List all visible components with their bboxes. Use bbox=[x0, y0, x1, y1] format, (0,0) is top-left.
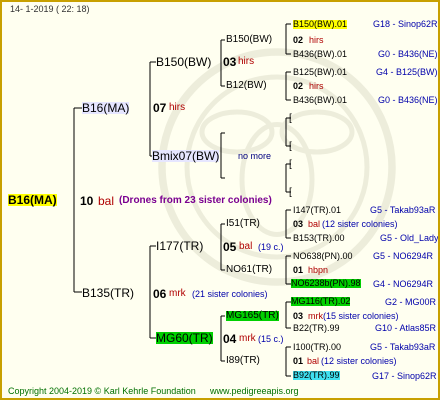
gen2-node-3-id: MG60(TR) bbox=[156, 331, 213, 345]
root-node-number: 10 bbox=[80, 194, 94, 208]
gen4-node-3-id: B125(BW).01 bbox=[293, 67, 348, 77]
gen4-node-12-id: MG116(TR).02 bbox=[291, 296, 351, 306]
gen4-node-2-id: B436(BW).01 bbox=[293, 49, 348, 59]
gen2-node-2-note: (19 c.) bbox=[258, 242, 284, 252]
gen4-node-17-line: G17 - Sinop62R bbox=[372, 371, 437, 381]
gen4-node-2-line: G0 - B436(NE) bbox=[378, 49, 438, 59]
gen3-node-3-id: NO61(TR) bbox=[226, 264, 273, 275]
gen2-node-0-label: hirs bbox=[238, 56, 255, 67]
gen4-node-0-line: G18 - Sinop62R bbox=[373, 19, 438, 29]
gen2-node-0-number: 03 bbox=[223, 55, 237, 69]
gen4-node-4-number: 02 bbox=[293, 81, 304, 91]
gen2-node-1-id: Bmix07(BW) bbox=[152, 149, 220, 163]
gen4-node-0-id: B150(BW).01 bbox=[293, 19, 348, 29]
gen4-node-10-number: 01 bbox=[293, 265, 304, 275]
gen4-node-14-line: G10 - Atlas85R bbox=[375, 323, 437, 333]
gen4-node-7-label: bal bbox=[308, 219, 321, 229]
gen4-node-15-line: G5 - Takab93aR bbox=[370, 342, 436, 352]
gen4-node-9-line: G5 - NO6294R bbox=[373, 251, 434, 261]
gen4-node-11-line: G4 - NO6294R bbox=[373, 279, 434, 289]
gen2-node-2-number: 05 bbox=[223, 240, 237, 254]
root-node-label: bal bbox=[98, 194, 115, 208]
footer-copyright: Copyright 2004-2019 © Karl Kehrle Founda… bbox=[8, 386, 196, 396]
gen1-node-0-label: hirs bbox=[169, 102, 186, 113]
gen1-node-1-number: 06 bbox=[153, 287, 167, 301]
root-node-id: B16(MA) bbox=[8, 193, 57, 207]
header-date: 14- 1-2019 ( 22: 18) bbox=[10, 4, 90, 14]
gen1-node-1-id: B135(TR) bbox=[82, 286, 135, 300]
gen2-node-2-label: bal bbox=[239, 241, 253, 252]
gen4-node-9-id: NO638(PN).00 bbox=[293, 251, 353, 261]
gen3-node-1-id: B12(BW) bbox=[226, 80, 267, 91]
gen2-node-3-number: 04 bbox=[223, 332, 237, 346]
root-node-note: (Drones from 23 sister colonies) bbox=[119, 195, 272, 206]
gen3-node-5-id: I89(TR) bbox=[226, 355, 260, 366]
gen2-node-3-label: mrk bbox=[239, 333, 256, 344]
gen4-node-11-id: NO6238b(PN).98 bbox=[291, 278, 361, 288]
gen4-node-8-line: G5 - Old_Lady bbox=[380, 233, 439, 243]
placeholder-bracket: [ bbox=[289, 141, 292, 152]
gen4-node-13-number: 03 bbox=[293, 311, 304, 321]
gen3-node-2-id: I51(TR) bbox=[226, 218, 260, 229]
gen2-node-1-note: no more bbox=[238, 151, 272, 161]
gen4-node-16-label: bal bbox=[307, 356, 320, 366]
gen4-node-17-id: B92(TR).99 bbox=[293, 370, 340, 380]
gen4-node-16-note: (12 sister colonies) bbox=[321, 356, 397, 366]
gen1-node-1-note: (21 sister colonies) bbox=[192, 289, 268, 299]
gen4-node-16-number: 01 bbox=[293, 356, 304, 366]
gen4-node-4-label: hirs bbox=[309, 81, 324, 91]
placeholder-bracket: [ bbox=[289, 159, 292, 170]
gen4-node-3-line: G4 - B125(BW) bbox=[376, 67, 438, 77]
gen1-node-0-id: B16(MA) bbox=[82, 101, 130, 115]
gen4-node-15-id: I100(TR).00 bbox=[293, 342, 342, 352]
footer-site-link[interactable]: www.pedigreeapis.org bbox=[210, 387, 299, 396]
gen4-node-6-line: G5 - Takab93aR bbox=[370, 205, 436, 215]
gen4-node-7-number: 03 bbox=[293, 219, 304, 229]
gen1-node-0-number: 07 bbox=[153, 101, 167, 115]
gen2-node-0-id: B150(BW) bbox=[156, 55, 212, 69]
gen4-node-13-note: (15 sister colonies) bbox=[323, 311, 399, 321]
gen4-node-7-note: (12 sister colonies) bbox=[322, 219, 398, 229]
gen4-node-1-label: hirs bbox=[309, 35, 324, 45]
gen3-node-0-id: B150(BW) bbox=[226, 34, 273, 45]
gen4-node-1-number: 02 bbox=[293, 35, 304, 45]
gen4-node-5-id: B436(BW).01 bbox=[293, 95, 348, 105]
gen4-node-10-label: hbpn bbox=[308, 265, 329, 275]
gen3-node-4-id: MG165(TR) bbox=[226, 310, 279, 321]
pedigree-frame: 14- 1-2019 ( 22: 18) B16(MA) 10 bal (Dro… bbox=[0, 0, 440, 400]
gen4-node-6-id: I147(TR).01 bbox=[293, 205, 342, 215]
gen2-node-2-id: I177(TR) bbox=[156, 239, 204, 253]
placeholder-bracket: [ bbox=[289, 187, 292, 198]
gen2-node-3-note: (15 c.) bbox=[258, 334, 284, 344]
gen4-node-12-line: G2 - MG00R bbox=[385, 297, 437, 307]
gen4-node-14-id: B22(TR).99 bbox=[293, 323, 340, 333]
gen4-node-8-id: B153(TR).00 bbox=[293, 233, 345, 243]
gen4-node-13-label: mrk bbox=[308, 311, 323, 321]
gen1-node-1-label: mrk bbox=[169, 288, 186, 299]
placeholder-bracket: [ bbox=[289, 113, 292, 124]
gen4-node-5-line: G0 - B436(NE) bbox=[378, 95, 438, 105]
